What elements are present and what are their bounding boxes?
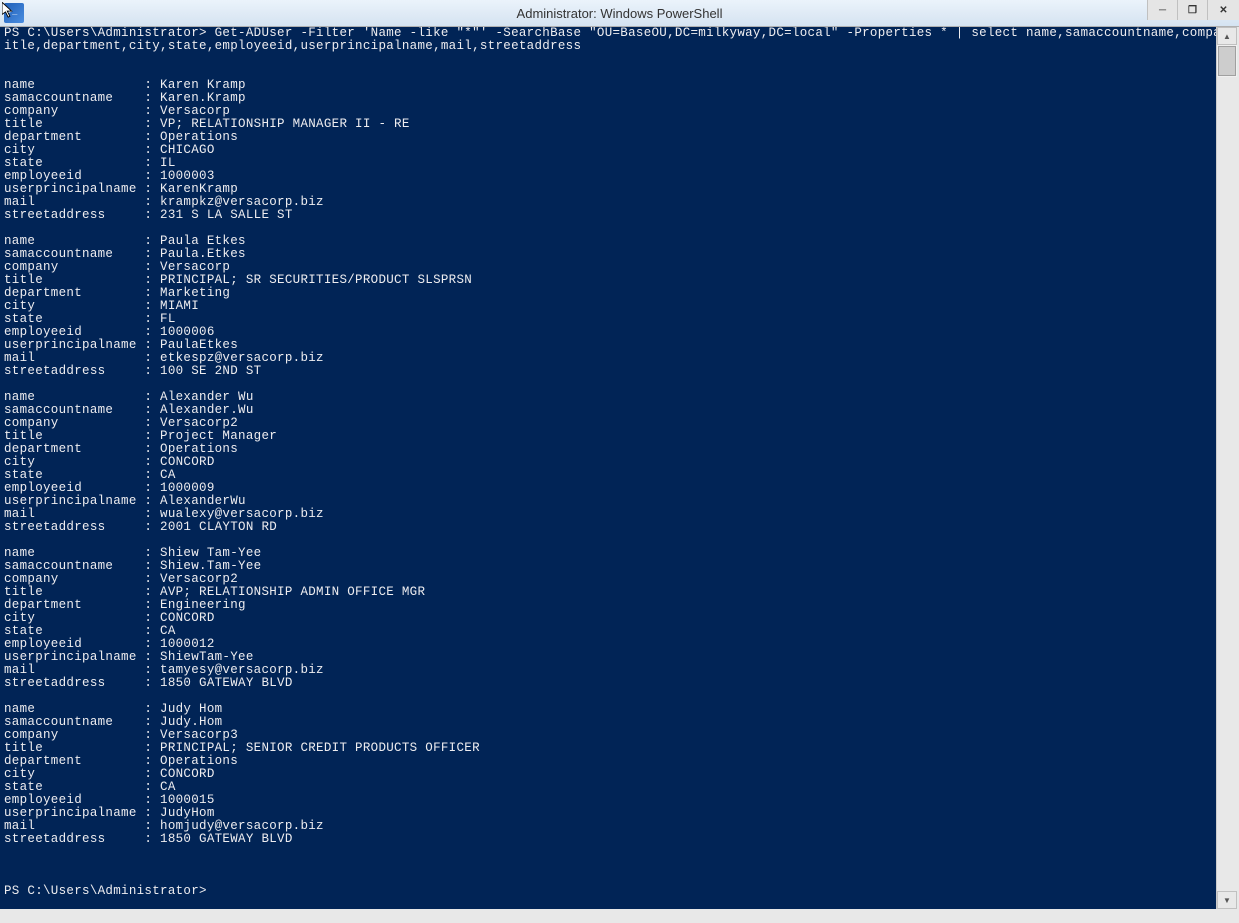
title-bar[interactable]: Administrator: Windows PowerShell ─ ❐ ✕	[0, 0, 1239, 27]
scroll-track[interactable]	[1217, 77, 1237, 923]
minimize-button[interactable]: ─	[1147, 0, 1177, 20]
close-button[interactable]: ✕	[1207, 0, 1239, 20]
mouse-cursor-icon	[2, 2, 16, 20]
vertical-scrollbar[interactable]: ▲ ▼	[1216, 27, 1237, 909]
window-title: Administrator: Windows PowerShell	[517, 6, 723, 21]
scroll-thumb[interactable]	[1218, 46, 1236, 76]
maximize-button[interactable]: ❐	[1177, 0, 1207, 20]
terminal-area[interactable]: PS C:\Users\Administrator> Get-ADUser -F…	[0, 27, 1216, 909]
scroll-down-arrow[interactable]: ▼	[1217, 891, 1237, 909]
window-controls: ─ ❐ ✕	[1147, 0, 1239, 20]
scroll-up-arrow[interactable]: ▲	[1217, 27, 1237, 45]
terminal-output[interactable]: PS C:\Users\Administrator> Get-ADUser -F…	[0, 27, 1216, 898]
terminal-wrapper: PS C:\Users\Administrator> Get-ADUser -F…	[0, 27, 1239, 909]
